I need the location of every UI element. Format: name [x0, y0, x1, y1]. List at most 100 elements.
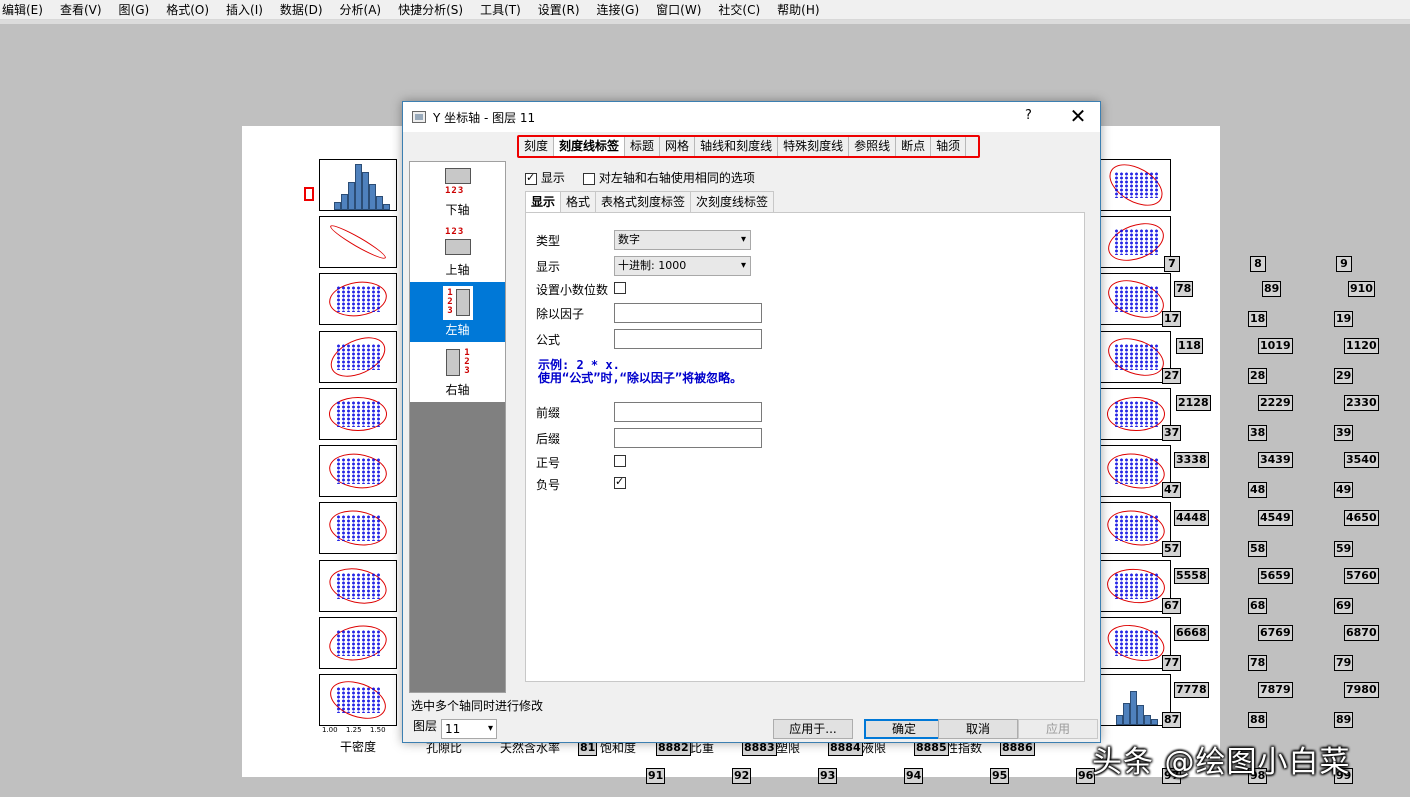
scatter-panel[interactable]	[319, 674, 397, 726]
same-options-checkbox[interactable]	[583, 172, 595, 185]
scatter-panel[interactable]	[1097, 388, 1171, 440]
number-box[interactable]: 27	[1162, 368, 1182, 384]
formula-input[interactable]	[614, 329, 762, 349]
number-box[interactable]: 6769	[1258, 625, 1293, 641]
menu-window[interactable]: 窗口(W)	[656, 1, 701, 18]
prefix-input[interactable]	[614, 402, 762, 422]
scatter-panel[interactable]	[319, 445, 397, 497]
number-box[interactable]: 3540	[1344, 452, 1379, 468]
scatter-panel[interactable]	[319, 502, 397, 554]
axis-item-bottom[interactable]: 123 下轴	[410, 162, 505, 222]
number-box[interactable]: 89	[1334, 712, 1354, 728]
number-box[interactable]: 7879	[1258, 682, 1293, 698]
histogram-panel[interactable]	[1097, 674, 1171, 726]
menu-graph[interactable]: 图(G)	[119, 1, 150, 18]
number-box[interactable]: 69	[1334, 598, 1354, 614]
number-box[interactable]: 94	[904, 768, 924, 784]
scatter-panel[interactable]	[1097, 560, 1171, 612]
menu-insert[interactable]: 插入(I)	[226, 1, 263, 18]
menu-settings[interactable]: 设置(R)	[538, 1, 580, 18]
cancel-button[interactable]: 取消	[938, 719, 1018, 739]
number-box[interactable]: 39	[1334, 425, 1354, 441]
number-box[interactable]: 18	[1248, 311, 1268, 327]
number-box[interactable]: 91	[646, 768, 666, 784]
scatter-panel[interactable]	[1097, 331, 1171, 383]
number-box[interactable]: 95	[990, 768, 1010, 784]
layer-select[interactable]: 11 ▾	[441, 719, 497, 739]
number-box[interactable]: 77	[1162, 655, 1182, 671]
histogram-panel[interactable]	[319, 159, 397, 211]
suffix-input[interactable]	[614, 428, 762, 448]
number-box[interactable]: 48	[1248, 482, 1268, 498]
number-box[interactable]: 89	[1262, 281, 1282, 297]
number-box[interactable]: 19	[1334, 311, 1354, 327]
number-box[interactable]: 58	[1248, 541, 1268, 557]
type-select[interactable]: 数字 ▾	[614, 230, 751, 250]
scatter-panel[interactable]	[1097, 445, 1171, 497]
number-box[interactable]: 88	[1248, 712, 1268, 728]
menu-social[interactable]: 社交(C)	[718, 1, 760, 18]
number-box[interactable]: 2229	[1258, 395, 1293, 411]
subtab-minor-labels[interactable]: 次刻度线标签	[690, 191, 775, 212]
show-checkbox[interactable]	[525, 171, 537, 185]
menu-format[interactable]: 格式(O)	[166, 1, 209, 18]
menu-help[interactable]: 帮助(H)	[777, 1, 819, 18]
menu-edit[interactable]: 编辑(E)	[2, 1, 43, 18]
scatter-panel[interactable]	[319, 560, 397, 612]
number-box[interactable]: 5558	[1174, 568, 1209, 584]
scatter-panel[interactable]	[319, 388, 397, 440]
number-box[interactable]: 3439	[1258, 452, 1293, 468]
tab-axis-line-ticks[interactable]: 轴线和刻度线	[695, 137, 779, 156]
tab-title[interactable]: 标题	[625, 137, 661, 156]
scatter-panel[interactable]	[319, 617, 397, 669]
number-box[interactable]: 4650	[1344, 510, 1379, 526]
number-box[interactable]: 6870	[1344, 625, 1379, 641]
axis-item-top[interactable]: 123 上轴	[410, 222, 505, 282]
number-box[interactable]: 9	[1336, 256, 1352, 272]
tab-scale[interactable]: 刻度	[519, 137, 555, 156]
number-box[interactable]: 5659	[1258, 568, 1293, 584]
subtab-display[interactable]: 显示	[525, 191, 562, 213]
number-box[interactable]: 3338	[1174, 452, 1209, 468]
number-box[interactable]: 4448	[1174, 510, 1209, 526]
scatter-panel[interactable]	[319, 331, 397, 383]
number-box[interactable]: 28	[1248, 368, 1268, 384]
scatter-panel[interactable]	[1097, 273, 1171, 325]
number-box[interactable]: 4549	[1258, 510, 1293, 526]
axis-item-right[interactable]: 123 右轴	[410, 342, 505, 402]
number-box[interactable]: 67	[1162, 598, 1182, 614]
scatter-panel[interactable]	[1097, 617, 1171, 669]
dialog-titlebar[interactable]: Y 坐标轴 - 图层 11 ? ✕	[403, 102, 1100, 132]
number-box[interactable]: 59	[1334, 541, 1354, 557]
tab-tick-labels[interactable]: 刻度线标签	[554, 137, 626, 156]
number-box[interactable]: 29	[1334, 368, 1354, 384]
number-box[interactable]: 38	[1248, 425, 1268, 441]
number-box[interactable]: 7778	[1174, 682, 1209, 698]
number-box[interactable]: 1019	[1258, 338, 1293, 354]
help-button[interactable]: ?	[1025, 108, 1032, 123]
number-box[interactable]: 78	[1248, 655, 1268, 671]
tab-special-ticks[interactable]: 特殊刻度线	[778, 137, 850, 156]
menu-analysis[interactable]: 分析(A)	[340, 1, 382, 18]
axis-item-left[interactable]: 123 左轴	[410, 282, 505, 342]
scatter-panel[interactable]	[319, 273, 397, 325]
number-box[interactable]: 57	[1162, 541, 1182, 557]
display-select[interactable]: 十进制: 1000 ▾	[614, 256, 751, 276]
divide-by-input[interactable]	[614, 303, 762, 323]
apply-to-button[interactable]: 应用于...	[773, 719, 853, 739]
number-box[interactable]: 118	[1176, 338, 1203, 354]
subtab-format[interactable]: 格式	[560, 191, 597, 212]
number-box[interactable]: 49	[1334, 482, 1354, 498]
number-box[interactable]: 68	[1248, 598, 1268, 614]
number-box[interactable]: 7	[1164, 256, 1180, 272]
decimal-places-checkbox[interactable]	[614, 282, 626, 294]
menu-view[interactable]: 查看(V)	[60, 1, 102, 18]
close-button[interactable]: ✕	[1063, 103, 1093, 131]
menu-data[interactable]: 数据(D)	[280, 1, 323, 18]
number-box[interactable]: 92	[732, 768, 752, 784]
scatter-panel[interactable]	[1097, 502, 1171, 554]
minus-sign-checkbox[interactable]	[614, 475, 626, 489]
number-box[interactable]: 47	[1162, 482, 1182, 498]
menu-connect[interactable]: 连接(G)	[597, 1, 640, 18]
number-box[interactable]: 1120	[1344, 338, 1379, 354]
